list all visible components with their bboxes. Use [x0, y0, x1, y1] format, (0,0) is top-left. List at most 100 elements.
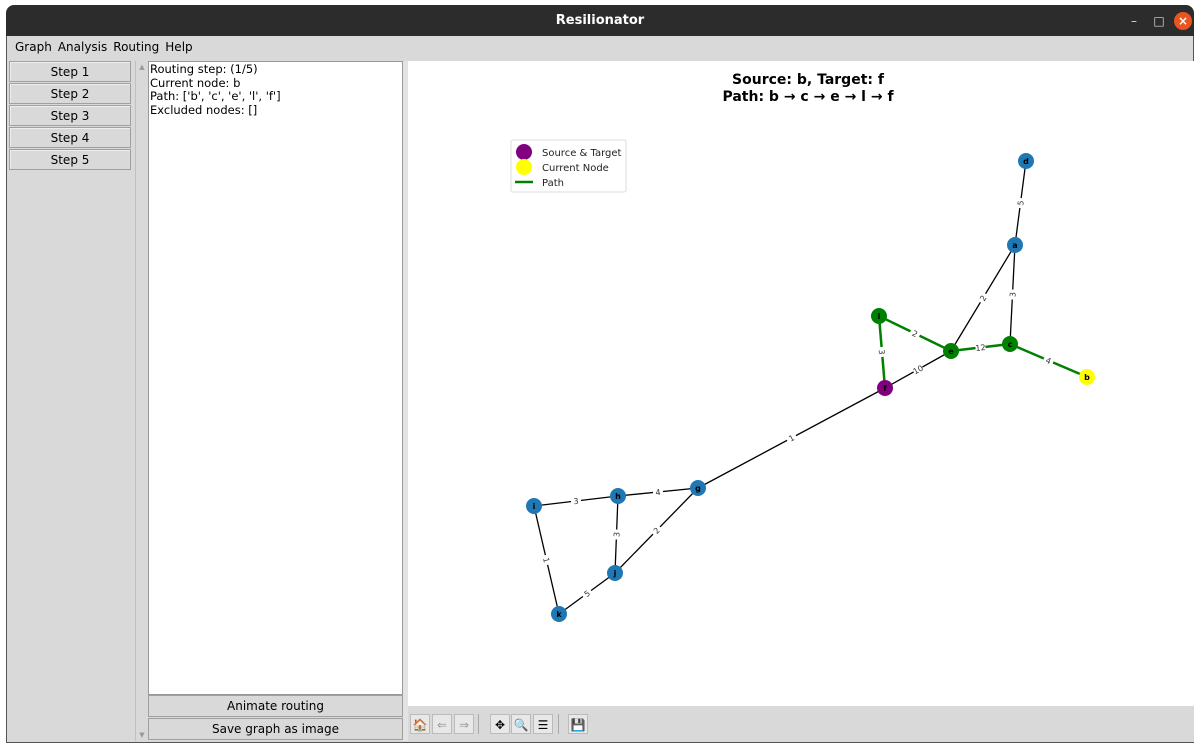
- node-g: g: [690, 480, 706, 496]
- home-button[interactable]: 🏠: [410, 714, 430, 734]
- edge-weight-label: 5: [580, 586, 594, 601]
- edge-weight-label: 3: [611, 529, 622, 540]
- svg-text:Source & Target: Source & Target: [542, 148, 622, 159]
- node-k: k: [551, 606, 567, 622]
- edge-weight-label: 12: [974, 341, 986, 353]
- svg-text:i: i: [533, 502, 536, 511]
- close-button[interactable]: ×: [1174, 12, 1192, 30]
- plot-toolbar: 🏠 ⇐ ⇒ ✥ 🔍 ☰ 💾: [408, 706, 1194, 742]
- node-l: l: [871, 308, 887, 324]
- excluded-nodes-text: Excluded nodes: []: [150, 102, 258, 117]
- maximize-icon: □: [1153, 14, 1165, 28]
- svg-text:g: g: [695, 484, 701, 493]
- minimize-button[interactable]: –: [1125, 12, 1143, 30]
- edge-weight-label: 4: [1041, 353, 1056, 368]
- pan-button[interactable]: ✥: [490, 714, 510, 734]
- edge-weight-label: 5: [1014, 197, 1027, 209]
- edge-weight-label: 3: [876, 346, 888, 358]
- plot-title-line1: Source: b, Target: f: [732, 72, 885, 88]
- path-text: Path: ['b', 'c', 'e', 'l', 'f']: [150, 89, 281, 103]
- menu-analysis[interactable]: Analysis: [55, 36, 110, 58]
- edge-weight-label: 10: [911, 362, 925, 377]
- menu-routing[interactable]: Routing: [110, 36, 162, 58]
- zoom-button[interactable]: 🔍: [511, 714, 531, 734]
- pan-icon: ✥: [494, 718, 506, 732]
- legend: Source & Target Current Node Path: [510, 139, 627, 193]
- svg-text:f: f: [883, 384, 887, 393]
- svg-text:Path: Path: [542, 178, 564, 189]
- maximize-button[interactable]: □: [1150, 12, 1168, 30]
- svg-text:10: 10: [912, 364, 925, 377]
- svg-text:b: b: [1084, 373, 1090, 382]
- back-button[interactable]: ⇐: [432, 714, 452, 734]
- step-1-button[interactable]: Step 1: [9, 61, 131, 82]
- node-j: j: [607, 565, 623, 581]
- svg-text:e: e: [948, 347, 954, 356]
- edge-weight-label: 2: [908, 326, 922, 341]
- animate-routing-button[interactable]: Animate routing: [148, 695, 403, 717]
- routing-info-text: Routing step: (1/5) Current node: b Path…: [148, 61, 403, 695]
- step-5-button[interactable]: Step 5: [9, 149, 131, 170]
- toolbar-separator: [558, 714, 559, 734]
- svg-text:c: c: [1008, 340, 1013, 349]
- svg-text:4: 4: [655, 488, 661, 497]
- sliders-icon: ☰: [537, 718, 549, 732]
- edge-weight-label: 4: [652, 486, 664, 498]
- menu-graph[interactable]: Graph: [12, 36, 55, 58]
- forward-button[interactable]: ⇒: [454, 714, 474, 734]
- step-4-button[interactable]: Step 4: [9, 127, 131, 148]
- save-figure-button[interactable]: 💾: [568, 714, 588, 734]
- main-window: Graph Analysis Routing Help Step 1 Step 2 S…: [6, 36, 1194, 743]
- step-3-button[interactable]: Step 3: [9, 105, 131, 126]
- save-icon: 💾: [570, 718, 586, 732]
- svg-text:h: h: [615, 492, 621, 501]
- node-c: c: [1002, 336, 1018, 352]
- svg-text:3: 3: [877, 349, 886, 355]
- close-icon: ×: [1177, 14, 1189, 28]
- edge-weight-label: 3: [570, 495, 582, 507]
- minimize-icon: –: [1131, 14, 1137, 28]
- zoom-icon: 🔍: [513, 718, 529, 732]
- svg-text:a: a: [1012, 241, 1017, 250]
- back-arrow-icon: ⇐: [436, 718, 448, 732]
- svg-text:3: 3: [1008, 292, 1017, 298]
- edge-weight-label: 3: [1007, 289, 1018, 300]
- step-list-scrollbar[interactable]: ▲ ▼: [135, 61, 148, 741]
- svg-text:d: d: [1023, 157, 1029, 166]
- svg-text:Current Node: Current Node: [542, 163, 609, 174]
- scroll-up-icon[interactable]: ▲: [137, 62, 147, 72]
- node-e: e: [943, 343, 959, 359]
- edge-weight-label: 1: [540, 554, 553, 566]
- scroll-down-icon[interactable]: ▼: [137, 730, 147, 740]
- toolbar-separator: [478, 714, 479, 734]
- node-i: i: [526, 498, 542, 514]
- node-d: d: [1018, 153, 1034, 169]
- current-node-text: Current node: b: [150, 75, 241, 90]
- window-title: Resilionator: [555, 13, 645, 28]
- save-graph-button[interactable]: Save graph as image: [148, 718, 403, 740]
- home-icon: 🏠: [412, 718, 428, 732]
- svg-text:j: j: [613, 569, 617, 578]
- edge-weight-label: 1: [784, 431, 799, 445]
- step-2-button[interactable]: Step 2: [9, 83, 131, 104]
- edge-weight-label: 2: [976, 291, 990, 305]
- routing-step-text: Routing step: (1/5): [150, 62, 258, 76]
- svg-text:k: k: [556, 610, 562, 619]
- graph-canvas: Source: b, Target: f Path: b → c → e → l…: [510, 72, 1095, 622]
- svg-text:3: 3: [612, 532, 621, 537]
- menu-bar: Graph Analysis Routing Help: [7, 36, 1193, 60]
- node-a: a: [1007, 237, 1023, 253]
- plot-title-line2: Path: b → c → e → l → f: [722, 89, 894, 105]
- forward-arrow-icon: ⇒: [458, 718, 470, 732]
- svg-text:3: 3: [573, 497, 579, 507]
- graph-plot: Source: b, Target: f Path: b → c → e → l…: [408, 61, 1194, 706]
- title-bar: Resilionator – □ ×: [6, 5, 1194, 36]
- svg-text:l: l: [878, 312, 881, 321]
- svg-text:12: 12: [975, 343, 986, 353]
- configure-button[interactable]: ☰: [533, 714, 553, 734]
- menu-help[interactable]: Help: [162, 36, 195, 58]
- node-f: f: [877, 380, 893, 396]
- step-list: Step 1 Step 2 Step 3 Step 4 Step 5: [9, 61, 131, 171]
- node-b: b: [1079, 369, 1095, 385]
- node-h: h: [610, 488, 626, 504]
